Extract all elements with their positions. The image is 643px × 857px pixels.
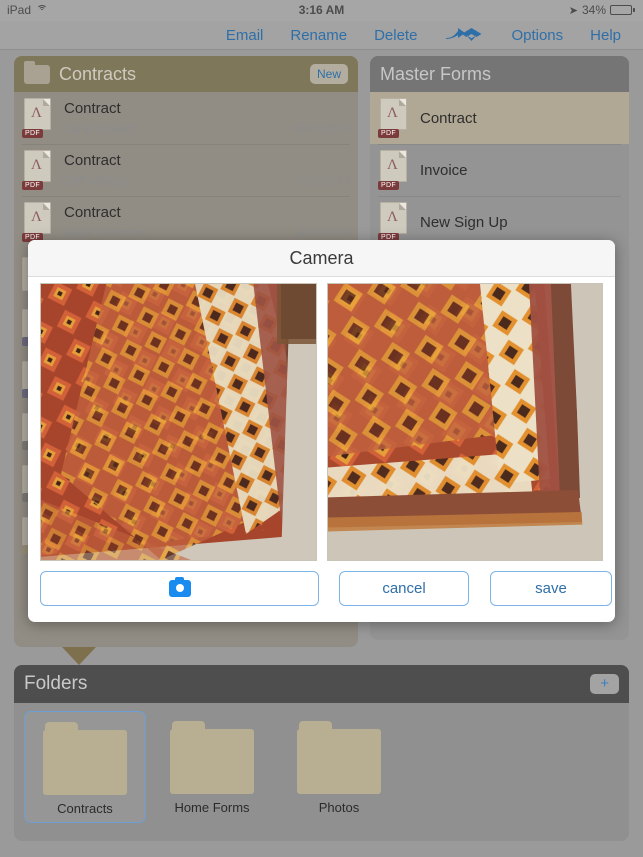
camera-icon	[168, 577, 191, 597]
folder-icon	[297, 721, 381, 794]
dropbox-arrow-icon	[446, 28, 482, 41]
folders-panel-title: Folders	[24, 673, 88, 694]
battery-percent-label: 34%	[581, 3, 606, 17]
file-owner: Mark Johnson	[64, 225, 146, 240]
file-name: Contract	[64, 100, 121, 117]
contracts-panel-title: Contracts	[59, 63, 137, 84]
master-forms-panel-header: Master Forms	[370, 56, 629, 92]
status-bar-right: ➤ 34%	[569, 3, 635, 17]
battery-icon	[610, 5, 635, 15]
status-bar: iPad 3:16 AM ➤ 34%	[0, 0, 643, 21]
folder-icon	[43, 722, 127, 795]
folders-list: Contracts Home Forms Photos	[14, 703, 629, 823]
table-row[interactable]: Λ PDF Contract	[370, 92, 629, 144]
options-button[interactable]: Options	[511, 27, 563, 44]
email-button[interactable]: Email	[226, 27, 264, 44]
pdf-badge: PDF	[378, 129, 399, 138]
row-text: Contract Mark Johnson 9/20/2014	[64, 204, 350, 240]
pdf-file-icon: Λ PDF	[378, 150, 411, 190]
photo-preview-right[interactable]	[326, 283, 603, 561]
folder-label: Photos	[318, 800, 360, 815]
row-text: Contract Jane Snead 9/20/2014	[64, 100, 350, 136]
pdf-file-icon: Λ PDF	[22, 98, 55, 138]
photo-preview-left[interactable]	[40, 283, 317, 561]
dialog-title: Camera	[289, 247, 354, 268]
folder-label: Home Forms	[174, 800, 250, 815]
file-date: 9/20/2014	[296, 174, 350, 188]
table-row[interactable]: Λ PDF Contract Jane Snead 9/20/2014	[14, 92, 358, 144]
folder-label: Contracts	[57, 801, 113, 816]
add-folder-button[interactable]: +	[590, 674, 619, 694]
camera-dialog-header: Camera	[28, 240, 615, 277]
pdf-badge: PDF	[378, 181, 399, 190]
rug-photo-wide	[41, 284, 316, 560]
camera-dialog: Camera cancel save	[28, 240, 615, 622]
status-bar-time: 3:16 AM	[298, 3, 345, 17]
new-button[interactable]: New	[309, 64, 348, 84]
rename-button[interactable]: Rename	[290, 27, 347, 44]
folder-item-home-forms[interactable]: Home Forms	[151, 711, 273, 823]
dropbox-share-button[interactable]	[444, 25, 484, 45]
cancel-button[interactable]: cancel	[339, 571, 469, 606]
location-arrow-icon: ➤	[568, 4, 578, 17]
folders-panel-header: Folders +	[14, 665, 629, 703]
rug-photo-corner	[327, 284, 603, 560]
camera-dialog-footer: cancel save	[28, 561, 615, 618]
file-owner: Jane Snead	[64, 121, 134, 136]
table-row[interactable]: Λ PDF Invoice	[370, 144, 629, 196]
pdf-file-icon: Λ PDF	[378, 98, 411, 138]
pdf-file-icon: Λ PDF	[378, 202, 411, 242]
master-forms-panel-title: Master Forms	[380, 63, 492, 84]
help-button[interactable]: Help	[590, 27, 621, 44]
folder-item-photos[interactable]: Photos	[278, 711, 400, 823]
folder-item-contracts[interactable]: Contracts	[24, 711, 146, 823]
top-toolbar: Email Rename Delete Options Help	[0, 21, 643, 50]
folders-panel: Folders + Contracts Home Forms Photos	[14, 665, 629, 841]
file-name: Contract	[64, 204, 121, 221]
form-name: New Sign Up	[420, 213, 508, 231]
delete-button[interactable]: Delete	[374, 27, 417, 44]
ipad-screen: iPad 3:16 AM ➤ 34% Email Rename Delete O…	[0, 0, 643, 857]
camera-dialog-body	[28, 277, 615, 561]
folder-icon	[24, 60, 50, 84]
pdf-file-icon: Λ PDF	[22, 202, 55, 242]
file-date: 9/20/2014	[296, 226, 350, 240]
file-date: 9/20/2014	[296, 122, 350, 136]
contracts-panel-header: Contracts New	[14, 56, 358, 92]
form-name: Invoice	[420, 161, 468, 179]
file-name: Contract	[64, 152, 121, 169]
folder-icon	[170, 721, 254, 794]
row-text: Contract Jeff Milago 9/20/2014	[64, 152, 350, 188]
pdf-badge: PDF	[22, 181, 43, 190]
form-name: Contract	[420, 109, 477, 127]
table-row[interactable]: Λ PDF Contract Jeff Milago 9/20/2014	[14, 144, 358, 196]
save-button[interactable]: save	[490, 571, 612, 606]
folder-pointer-triangle	[62, 647, 96, 665]
take-photo-button[interactable]	[40, 571, 319, 606]
pdf-badge: PDF	[22, 129, 43, 138]
file-owner: Jeff Milago	[64, 173, 127, 188]
pdf-file-icon: Λ PDF	[22, 150, 55, 190]
